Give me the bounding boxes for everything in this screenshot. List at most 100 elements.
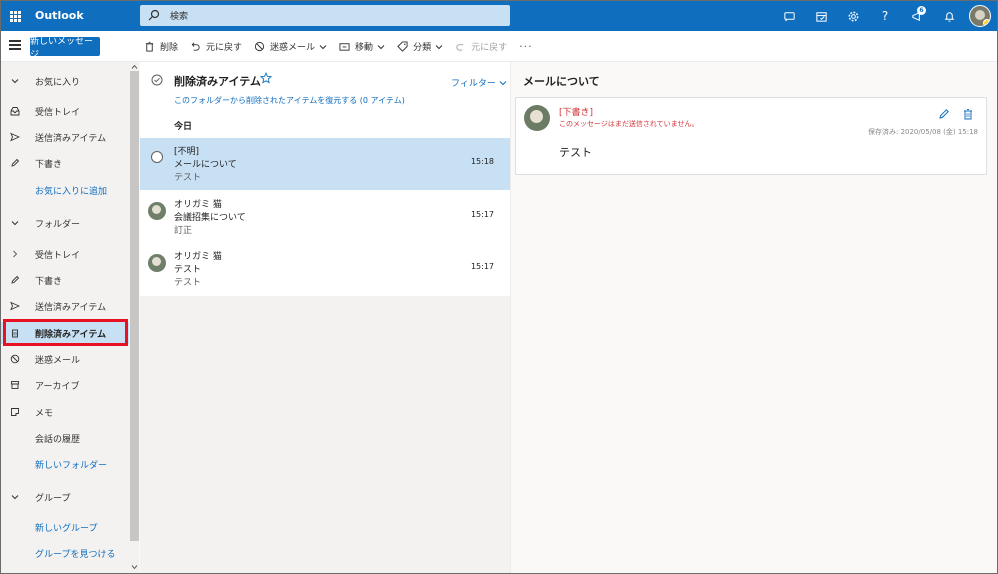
filter-label: フィルター (451, 79, 496, 89)
message-preview: 訂正 (174, 226, 193, 236)
nav-discover-groups[interactable]: グループを見つける (1, 542, 129, 564)
chevron-right-icon[interactable] (9, 248, 20, 259)
command-group: 削除 元に戻す 迷惑メール 移動 分類 元に戻す ··· (144, 31, 545, 62)
new-message-button[interactable]: 新しいメッセージ (30, 37, 100, 60)
nav-junk[interactable]: 迷惑メール (1, 348, 129, 370)
block-icon (254, 41, 265, 52)
folder-title: 削除済みアイテム (174, 75, 261, 88)
nav-add-favorite[interactable]: お気に入りに追加 (1, 179, 129, 201)
gear-icon (848, 11, 858, 21)
chevron-down-icon (319, 44, 327, 49)
folders-header[interactable]: フォルダー (1, 212, 129, 234)
calendar-icon (815, 11, 827, 22)
delete-button[interactable]: 削除 (144, 40, 178, 53)
chevron-down-icon (435, 44, 443, 49)
status-dot (983, 19, 990, 26)
skype-button[interactable] (773, 1, 805, 31)
draft-label: [下書き] (559, 108, 594, 118)
nav-fav-inbox[interactable]: 受信トレイ (1, 100, 129, 122)
nav-fav-sent[interactable]: 送信済みアイテム (1, 126, 129, 148)
brand-name[interactable]: Outlook (35, 9, 84, 22)
top-icons: ? 6 (773, 1, 997, 31)
question-icon: ? (881, 9, 889, 23)
chevron-down-icon (9, 491, 20, 502)
notifications-button[interactable] (933, 1, 965, 31)
nav-fav-drafts[interactable]: 下書き (1, 152, 129, 174)
inbox-label: 受信トレイ (35, 251, 81, 261)
chevron-down-icon (9, 75, 20, 86)
restore-link[interactable]: このフォルダーから削除されたアイテムを復元する (0 アイテム) (174, 95, 405, 106)
star-icon[interactable] (260, 72, 272, 84)
favorites-label: お気に入り (35, 78, 81, 88)
new-folder-label: 新しいフォルダー (35, 461, 108, 471)
move-label: 移動 (355, 43, 374, 53)
message-subject: テスト (174, 265, 202, 275)
saved-timestamp: 保存済み: 2020/05/08 (金) 15:18 (867, 128, 978, 136)
search-placeholder: 検索 (170, 12, 189, 22)
nav-inbox[interactable]: 受信トレイ (1, 243, 129, 265)
filter-button[interactable]: フィルター (451, 76, 507, 89)
message-card[interactable]: [下書き] このメッセージはまだ送信されていません。 保存済み: 2020/05… (515, 97, 987, 175)
message-sender: オリガミ 猫 (174, 200, 222, 210)
trash-icon[interactable] (962, 108, 974, 120)
sent-label: 送信済みアイテム (35, 303, 107, 313)
note-icon (9, 406, 20, 417)
scroll-down-icon[interactable] (131, 564, 138, 570)
message-preview: テスト (174, 278, 202, 288)
not-sent-notice: このメッセージはまだ送信されていません。 (559, 120, 699, 128)
archive-icon (9, 379, 20, 390)
app-launcher-button[interactable] (1, 1, 29, 31)
trash-icon (145, 41, 154, 52)
junk-button[interactable]: 迷惑メール (254, 40, 327, 53)
favorites-header[interactable]: お気に入り (1, 70, 129, 92)
hamburger-icon[interactable] (9, 40, 21, 52)
settings-button[interactable] (837, 1, 869, 31)
message-item[interactable]: オリガミ 猫 会議招集について 訂正 15:17 (140, 191, 510, 243)
calendar-button[interactable] (805, 1, 837, 31)
notes-label: メモ (35, 409, 54, 419)
more-actions-button[interactable]: ··· (519, 40, 533, 53)
undo-label: 元に戻す (206, 43, 243, 53)
undo-gray-icon (456, 44, 464, 51)
groups-header[interactable]: グループ (1, 486, 129, 508)
groups-label: グループ (35, 494, 71, 504)
tag-icon (397, 41, 408, 52)
nav-sent[interactable]: 送信済みアイテム (1, 295, 129, 317)
nav-drafts[interactable]: 下書き (1, 269, 129, 291)
message-time: 15:17 (470, 210, 494, 219)
message-item[interactable]: オリガミ 猫 テスト テスト 15:17 (140, 243, 510, 295)
send-icon (9, 300, 20, 311)
select-radio[interactable] (151, 151, 163, 163)
select-all-icon[interactable] (151, 74, 163, 86)
nav-history[interactable]: 会話の履歴 (1, 427, 129, 449)
help-button[interactable]: ? (869, 1, 901, 31)
archive-label: アーカイブ (35, 382, 80, 392)
message-subject: メールについて (174, 160, 237, 170)
undo-button[interactable]: 元に戻す (190, 40, 242, 53)
scroll-thumb[interactable] (130, 71, 139, 541)
add-favorite-label: お気に入りに追加 (35, 187, 108, 197)
nav-new-folder[interactable]: 新しいフォルダー (1, 453, 129, 475)
message-sender: オリガミ 猫 (174, 252, 222, 262)
message-item[interactable]: [不明] メールについて テスト 15:18 (140, 138, 510, 190)
folder-move-icon (339, 43, 350, 51)
search-icon (148, 9, 160, 21)
delete-label: 削除 (160, 43, 179, 53)
account-avatar[interactable] (969, 5, 991, 27)
nav-new-group[interactable]: 新しいグループ (1, 516, 129, 538)
junk-label: 迷惑メール (270, 43, 316, 53)
edit-icon[interactable] (938, 108, 950, 120)
top-bar: Outlook 検索 ? 6 (1, 1, 997, 31)
search-box[interactable]: 検索 (140, 5, 510, 26)
move-button[interactable]: 移動 (339, 40, 385, 53)
categorize-button[interactable]: 分類 (397, 40, 443, 53)
whats-new-button[interactable]: 6 (901, 1, 933, 31)
scroll-up-icon[interactable] (131, 64, 138, 70)
fav-drafts-label: 下書き (35, 160, 63, 170)
waffle-icon (9, 10, 21, 22)
pencil-icon (9, 157, 20, 168)
nav-archive[interactable]: アーカイブ (1, 374, 129, 396)
folders-label: フォルダー (35, 220, 81, 230)
nav-notes[interactable]: メモ (1, 401, 129, 423)
undo-disabled-button[interactable]: 元に戻す (455, 40, 507, 53)
